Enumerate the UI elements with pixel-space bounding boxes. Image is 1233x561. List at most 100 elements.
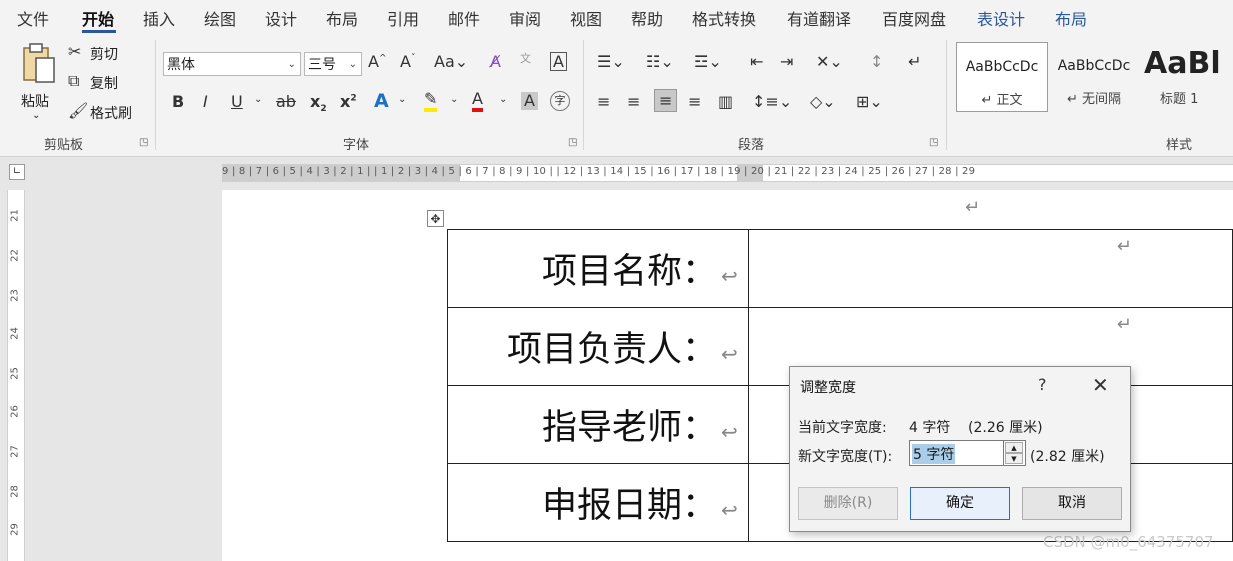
justify-icon[interactable]: ≡: [688, 92, 701, 111]
shading-icon[interactable]: ◇⌄: [810, 92, 836, 111]
spin-down-icon[interactable]: ▼: [1005, 453, 1023, 464]
menu-baidu-pan[interactable]: 百度网盘: [882, 6, 946, 30]
table-cell[interactable]: 指导老师： ↩: [447, 385, 749, 464]
style-preview: AaBbCcDc: [965, 59, 1039, 75]
table-cell[interactable]: 申报日期： ↩: [447, 463, 749, 542]
tab-selector-icon[interactable]: ∟: [9, 164, 25, 180]
char-border-icon[interactable]: A: [550, 52, 567, 71]
menu-view[interactable]: 视图: [570, 6, 602, 30]
chevron-down-icon[interactable]: ⌄: [499, 94, 507, 105]
table-move-handle-icon[interactable]: ✥: [427, 210, 444, 227]
text-effects-icon[interactable]: A: [374, 90, 389, 112]
menu-insert[interactable]: 插入: [143, 6, 175, 30]
clear-format-icon[interactable]: A̸: [490, 52, 501, 71]
dialog-launcher-icon[interactable]: ◳: [139, 137, 148, 148]
copy-label: 复制: [90, 76, 118, 92]
highlight-icon[interactable]: ✎: [424, 90, 438, 112]
ruler-number: 26: [9, 405, 21, 418]
strikethrough-icon[interactable]: ab: [276, 92, 296, 111]
cell-end-mark: ↵: [1116, 236, 1132, 257]
delete-button[interactable]: 删除(R): [798, 487, 898, 520]
menu-format-convert[interactable]: 格式转换: [692, 6, 756, 30]
paste-button[interactable]: 粘贴 ⌄: [18, 42, 60, 121]
menu-table-layout[interactable]: 布局: [1055, 6, 1087, 30]
style-normal[interactable]: AaBbCcDc ↵ 正文: [956, 42, 1048, 112]
close-icon[interactable]: ✕: [1092, 373, 1109, 397]
borders-icon[interactable]: ⊞⌄: [856, 92, 883, 111]
ruler-number: 22: [9, 249, 21, 262]
style-name: ↵ 正文: [981, 93, 1023, 108]
new-width-label: 新文字宽度(T):: [798, 449, 893, 465]
format-painter-button[interactable]: 🖌 格式刷: [68, 101, 138, 123]
table-cell[interactable]: 项目负责人： ↩: [447, 307, 749, 386]
clipboard-icon: [23, 43, 55, 83]
menu-review[interactable]: 审阅: [509, 6, 541, 30]
clipboard-group-label: 剪贴板: [44, 138, 84, 153]
style-no-spacing[interactable]: AaBbCcDc ↵ 无间隔: [1050, 42, 1138, 112]
bold-icon[interactable]: B: [172, 92, 184, 111]
chevron-down-icon[interactable]: ⌄: [254, 94, 262, 105]
font-name-select[interactable]: 黑体 ⌄: [163, 52, 301, 76]
brush-icon: 🖌: [68, 101, 89, 120]
increase-indent-icon[interactable]: ⇥: [780, 52, 793, 71]
table-cell[interactable]: 项目名称： ↩: [447, 229, 749, 308]
ok-button[interactable]: 确定: [910, 487, 1010, 520]
ruler-scale: 9 | 8 | 7 | 6 | 5 | 4 | 3 | 2 | 1 | | 1 …: [222, 166, 976, 177]
align-center-icon[interactable]: ≡: [627, 92, 640, 111]
copy-button[interactable]: ⧉ 复制: [68, 71, 128, 93]
cut-button[interactable]: ✂ 剪切: [68, 42, 128, 64]
change-case-icon[interactable]: Aa⌄: [434, 52, 468, 71]
dialog-launcher-icon[interactable]: ◳: [568, 137, 577, 148]
decrease-indent-icon[interactable]: ⇤: [750, 52, 763, 71]
phonetic-guide-icon[interactable]: 文: [520, 50, 531, 66]
menu-references[interactable]: 引用: [387, 6, 419, 30]
new-width-input[interactable]: 5 字符: [909, 440, 1004, 466]
current-width-cm: (2.26 厘米): [968, 420, 1043, 436]
style-heading-1[interactable]: AaBl 标题 1: [1140, 42, 1233, 112]
sort-icon[interactable]: ↕: [870, 52, 883, 71]
italic-icon[interactable]: I: [203, 92, 208, 111]
new-width-value: 5 字符: [912, 444, 956, 464]
font-size-select[interactable]: 三号 ⌄: [304, 52, 362, 76]
help-icon[interactable]: ?: [1038, 375, 1047, 394]
cancel-button[interactable]: 取消: [1022, 487, 1122, 520]
scissors-icon: ✂: [68, 42, 82, 61]
subscript-icon[interactable]: x2: [310, 92, 327, 114]
table-cell[interactable]: ↵: [747, 229, 1233, 308]
menu-youdao[interactable]: 有道翻译: [787, 6, 851, 30]
line-spacing-icon[interactable]: ↕≡⌄: [752, 92, 792, 111]
ruler-number: 28: [9, 485, 21, 498]
spin-up-icon[interactable]: ▲: [1005, 442, 1023, 453]
enclose-char-icon[interactable]: 字: [550, 91, 570, 111]
menu-draw[interactable]: 绘图: [204, 6, 236, 30]
ruler-number: 23: [9, 289, 21, 302]
dialog-launcher-icon[interactable]: ◳: [929, 137, 938, 148]
show-marks-icon[interactable]: ↵: [908, 52, 921, 71]
shrink-font-icon[interactable]: Aˇ: [400, 52, 415, 71]
asian-layout-icon[interactable]: ✕⌄: [816, 52, 843, 71]
menu-home[interactable]: 开始: [82, 6, 114, 30]
distributed-icon[interactable]: ▥: [718, 92, 733, 111]
font-color-icon[interactable]: A: [472, 90, 483, 112]
chevron-down-icon[interactable]: ⌄: [398, 94, 406, 105]
align-left-icon[interactable]: ≡: [597, 92, 610, 111]
align-right-icon[interactable]: ≡: [654, 89, 678, 112]
char-shading-icon[interactable]: A: [521, 92, 538, 110]
bullets-icon[interactable]: ☰⌄: [597, 52, 625, 71]
superscript-icon[interactable]: x2: [340, 92, 357, 111]
chevron-down-icon[interactable]: ⌄: [450, 94, 458, 105]
horizontal-ruler[interactable]: 9 | 8 | 7 | 6 | 5 | 4 | 3 | 2 | 1 | | 1 …: [222, 164, 1233, 182]
grow-font-icon[interactable]: A^: [368, 52, 387, 71]
menu-file[interactable]: 文件: [17, 6, 49, 30]
menu-layout[interactable]: 布局: [326, 6, 358, 30]
underline-icon[interactable]: U: [231, 92, 243, 111]
menu-help[interactable]: 帮助: [631, 6, 663, 30]
cell-end-mark: ↩: [721, 420, 738, 444]
numbering-icon[interactable]: ☷⌄: [646, 52, 674, 71]
menu-mailings[interactable]: 邮件: [448, 6, 480, 30]
menu-table-design[interactable]: 表设计: [977, 6, 1025, 30]
multilevel-list-icon[interactable]: ☲⌄: [694, 52, 722, 71]
menu-design[interactable]: 设计: [265, 6, 297, 30]
width-spinner[interactable]: ▲ ▼: [1004, 440, 1026, 466]
chevron-down-icon[interactable]: ⌄: [32, 110, 40, 121]
